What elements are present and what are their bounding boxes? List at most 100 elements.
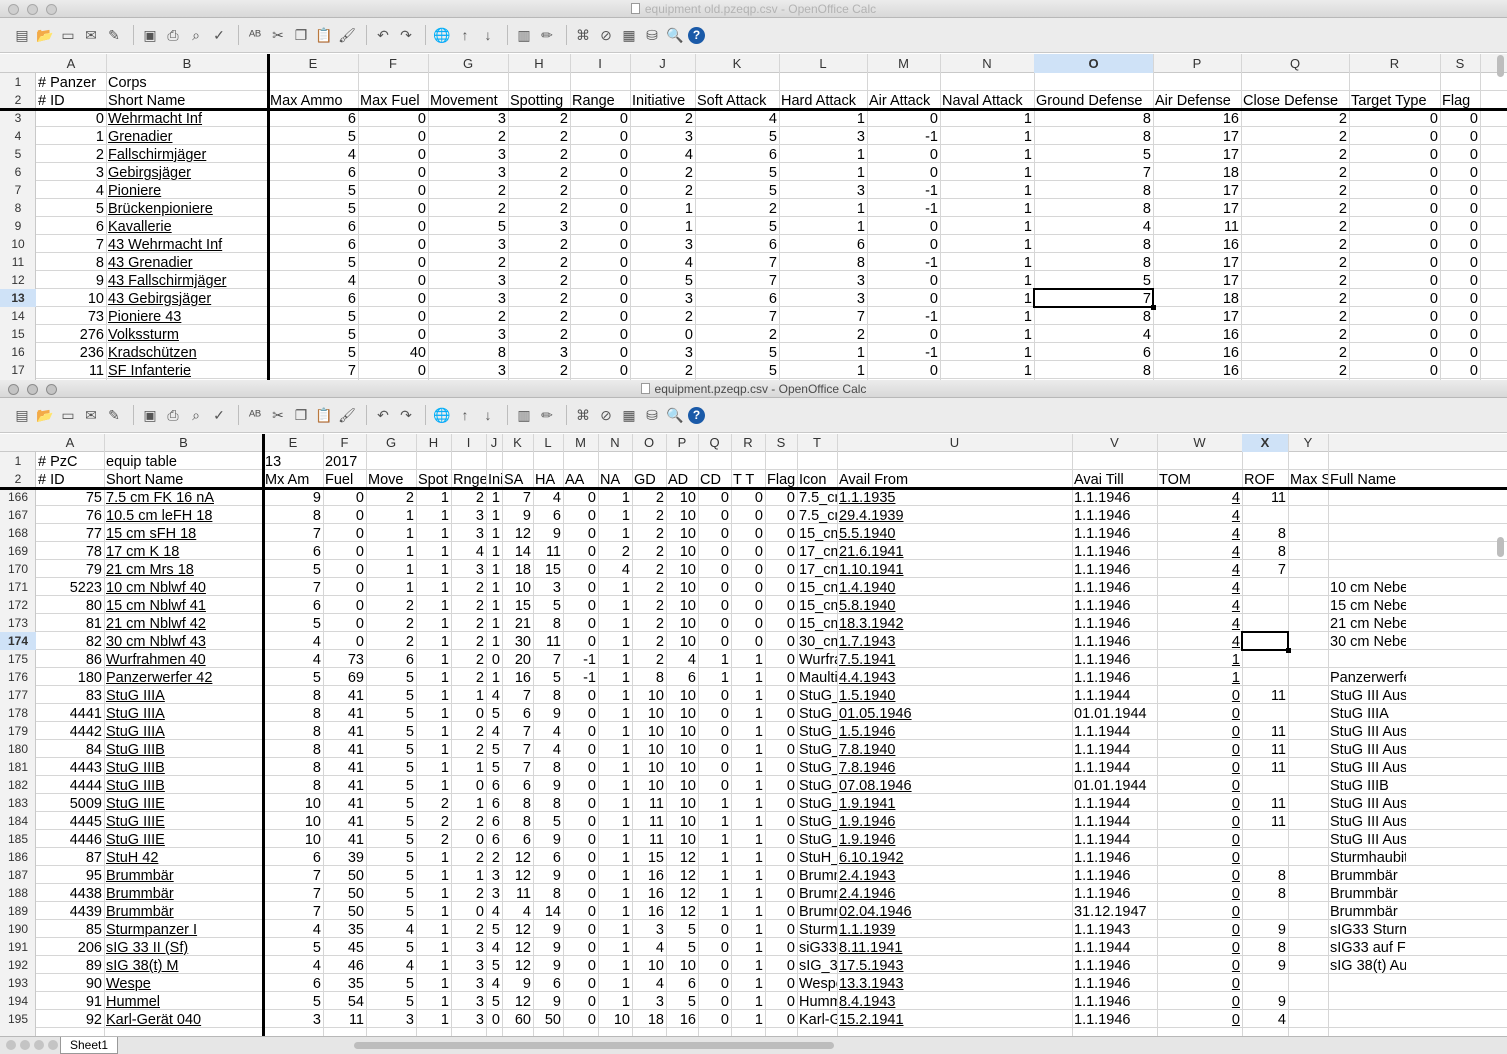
cell[interactable]: 0	[765, 795, 797, 813]
cell[interactable]: 6	[268, 290, 358, 308]
cell[interactable]: Sturmpanzer I	[104, 921, 263, 939]
cell[interactable]: 2	[1241, 362, 1349, 380]
cell[interactable]: 1.1.1946	[1072, 597, 1157, 615]
cell[interactable]: 0	[1440, 164, 1480, 182]
cell[interactable]: Karl-Gerat_040.png	[797, 1011, 837, 1029]
fill-handle[interactable]	[1151, 305, 1156, 310]
cell[interactable]: 16	[502, 669, 533, 687]
cell[interactable]: 5	[366, 903, 416, 921]
cell[interactable]: 7	[36, 236, 106, 254]
cell[interactable]: # Panzer	[36, 74, 106, 92]
cell[interactable]: 4	[1157, 507, 1242, 525]
pdf-icon[interactable]: ▣	[140, 405, 160, 425]
cell[interactable]: 0	[1349, 326, 1440, 344]
cell[interactable]: 1	[486, 525, 502, 543]
cell[interactable]: 21 cm Nebel	[1328, 615, 1406, 633]
cell[interactable]: StuG IIIB	[104, 741, 263, 759]
cell[interactable]: 30	[502, 633, 533, 651]
cell[interactable]: StuG IIIB	[104, 777, 263, 795]
cell[interactable]: 10 cm Nebel	[1328, 579, 1406, 597]
zoom-icon[interactable]: 🔍	[665, 405, 685, 425]
cell[interactable]: 1	[731, 687, 765, 705]
cell[interactable]: 6	[502, 777, 533, 795]
cell[interactable]: Brummbar_AT.png	[797, 903, 837, 921]
cell[interactable]: 17	[1153, 146, 1241, 164]
cell[interactable]: 1	[598, 615, 632, 633]
draw-icon[interactable]: ✏	[537, 405, 557, 425]
column-header[interactable]: A	[36, 434, 104, 452]
cell[interactable]: 9	[533, 777, 563, 795]
cell[interactable]: Hummel.png	[797, 993, 837, 1011]
cell[interactable]: 1	[731, 957, 765, 975]
cell[interactable]: 0	[698, 777, 731, 795]
cell[interactable]: 5	[630, 272, 695, 290]
cell[interactable]: 12	[502, 525, 533, 543]
column-header[interactable]: E	[268, 54, 358, 73]
cell[interactable]: 1	[698, 795, 731, 813]
cell[interactable]: 11	[1242, 489, 1288, 507]
cell[interactable]: 4	[486, 975, 502, 993]
cell[interactable]: 1	[416, 885, 451, 903]
cell[interactable]: 11	[1153, 218, 1241, 236]
cell[interactable]: 5	[263, 993, 323, 1011]
cell[interactable]: 1.7.1943	[837, 633, 1072, 651]
row-header[interactable]: 12	[0, 271, 36, 289]
cell[interactable]: 11	[1242, 795, 1288, 813]
cell[interactable]: 8	[1034, 182, 1153, 200]
cell[interactable]: 21 cm Nblwf 42	[104, 615, 263, 633]
cell[interactable]: 1	[731, 921, 765, 939]
cell[interactable]: 12	[666, 867, 698, 885]
cell[interactable]: Brummbär	[104, 903, 263, 921]
sort-descending-icon[interactable]: ↓	[478, 405, 498, 425]
cell[interactable]: 1	[698, 813, 731, 831]
cell[interactable]: 18.3.1942	[837, 615, 1072, 633]
cell[interactable]: -1	[867, 254, 940, 272]
cell[interactable]: 6	[268, 164, 358, 182]
cell[interactable]: 1	[598, 867, 632, 885]
cell[interactable]: 5	[366, 759, 416, 777]
cell[interactable]: 2	[451, 849, 486, 867]
cell[interactable]: 0	[563, 831, 598, 849]
cell[interactable]: 01.05.1946	[837, 705, 1072, 723]
cell[interactable]: 0	[1349, 110, 1440, 128]
cell[interactable]: 5	[366, 741, 416, 759]
cell[interactable]: 5	[695, 344, 779, 362]
cell[interactable]: 2	[508, 200, 570, 218]
cell[interactable]: StuG_IIIA_AT.png	[797, 831, 837, 849]
column-header[interactable]: Y	[1288, 434, 1328, 452]
cell[interactable]: 1	[731, 669, 765, 687]
cell[interactable]: 0	[358, 110, 428, 128]
cell[interactable]: 1	[598, 849, 632, 867]
cell[interactable]: 10	[632, 687, 666, 705]
last-sheet-button[interactable]	[48, 1040, 58, 1050]
cell[interactable]: 0	[570, 164, 630, 182]
cell[interactable]: Brummbär	[104, 867, 263, 885]
cell[interactable]: Karl-Gerät 040	[104, 1011, 263, 1029]
cell[interactable]: 10 cm Nblwf 40	[104, 579, 263, 597]
cell[interactable]: 4	[598, 561, 632, 579]
cell[interactable]: 1	[416, 993, 451, 1011]
row-header[interactable]: 9	[0, 217, 36, 235]
cell[interactable]: StuG III Ausf	[1328, 723, 1406, 741]
cell[interactable]: 3	[779, 272, 867, 290]
cell[interactable]: 29.4.1939	[837, 507, 1072, 525]
cell[interactable]: 5	[366, 705, 416, 723]
cell[interactable]: 46	[323, 957, 366, 975]
cell[interactable]: 0	[323, 579, 366, 597]
cell[interactable]: 7	[502, 759, 533, 777]
cell[interactable]: 1	[416, 903, 451, 921]
cell[interactable]: 0	[563, 849, 598, 867]
cell[interactable]: 0	[1349, 362, 1440, 380]
zoom-window-button[interactable]	[46, 384, 57, 395]
cell[interactable]: equip table	[104, 453, 263, 471]
cell[interactable]: Brummbär	[1328, 903, 1406, 921]
cell[interactable]: Fallschirmjäger	[106, 146, 268, 164]
cell[interactable]: 3	[451, 975, 486, 993]
cell[interactable]: 10.5 cm leFH 18	[104, 507, 263, 525]
column-header[interactable]: O	[1034, 54, 1153, 73]
cell[interactable]: 10	[263, 831, 323, 849]
row-header[interactable]: 180	[0, 740, 36, 758]
cell[interactable]: 2	[508, 308, 570, 326]
cell[interactable]: 10	[666, 795, 698, 813]
cell[interactable]: 0	[1440, 362, 1480, 380]
